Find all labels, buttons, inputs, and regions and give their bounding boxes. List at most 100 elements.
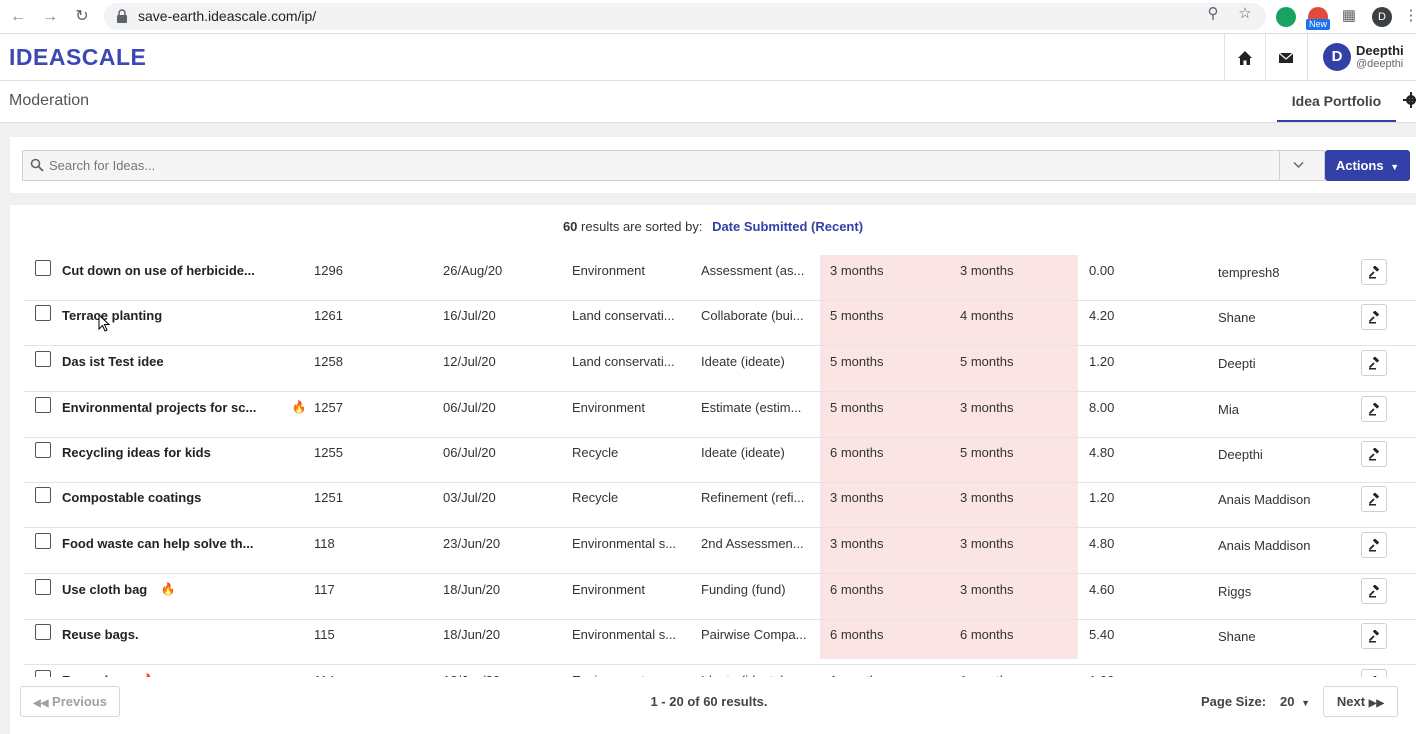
idea-campaign: Land conservati... [572, 354, 675, 369]
idea-title[interactable]: Use cloth bag [62, 582, 147, 597]
idea-campaign: Recycle [572, 490, 619, 505]
back-arrow-icon[interactable]: ← [8, 7, 28, 27]
gavel-icon [1368, 403, 1380, 416]
moderate-button[interactable] [1361, 441, 1387, 467]
reload-icon[interactable]: ↻ [72, 7, 92, 27]
chevron-down-icon [1293, 161, 1304, 169]
tab-idea-portfolio[interactable]: Idea Portfolio [1277, 81, 1396, 122]
address-bar[interactable]: save-earth.ideascale.com/ip/ [104, 3, 1266, 30]
time-in-stage: 5 months [830, 354, 884, 369]
forward-arrow-icon[interactable]: → [40, 7, 60, 27]
idea-title[interactable]: Reuse bags [62, 673, 135, 677]
time-since-update: 3 months [960, 536, 1014, 551]
puzzle-extensions-icon[interactable]: ▦ [1340, 7, 1358, 25]
row-checkbox[interactable] [35, 579, 51, 595]
idea-title[interactable]: Recycling ideas for kids [62, 445, 211, 460]
time-since-update: 6 months [960, 627, 1014, 642]
idea-stage: Funding (fund) [701, 582, 786, 597]
profile-avatar-icon[interactable]: D [1372, 7, 1392, 27]
idea-score: 4.80 [1089, 536, 1115, 551]
idea-id: 114 [314, 673, 335, 677]
table-row: Food waste can help solve th... 118 23/Jun… [24, 528, 1416, 574]
header-divider [1307, 34, 1308, 80]
ideascale-logo[interactable]: IDEASCALE [9, 44, 146, 71]
idea-date: 03/Jul/20 [443, 490, 496, 505]
sort-link[interactable]: Date Submitted (Recent) [712, 219, 863, 234]
mouse-cursor-icon [98, 314, 110, 332]
idea-title[interactable]: Das ist Test idee [62, 354, 164, 369]
table-row: Reuse bags. 115 18/Jun/20 Environmental s..… [24, 619, 1416, 665]
moderate-button[interactable] [1361, 623, 1387, 649]
actions-button[interactable]: Actions ▼ [1325, 150, 1410, 181]
moderate-button[interactable] [1361, 669, 1387, 677]
home-icon[interactable] [1236, 49, 1254, 67]
row-checkbox[interactable] [35, 670, 51, 677]
time-since-update: 1 months [960, 673, 1013, 677]
table-row: Environmental projects for sc... 🔥 1257 06/… [24, 392, 1416, 438]
fire-icon: 🔥 [140, 673, 155, 677]
search-dropdown-toggle[interactable] [1279, 151, 1316, 180]
idea-stage: Ideate (ideate) [701, 445, 785, 460]
gear-icon[interactable] [1403, 92, 1416, 108]
time-in-stage: 6 months [830, 627, 884, 642]
row-checkbox[interactable] [35, 442, 51, 458]
idea-author: Riggs [1218, 584, 1252, 599]
time-since-update: 5 months [960, 445, 1014, 460]
idea-campaign: Environment [572, 673, 645, 677]
search-input[interactable] [49, 151, 1269, 180]
moderate-button[interactable] [1361, 304, 1387, 330]
idea-stage: Ideate (ideate) [701, 354, 785, 369]
row-checkbox[interactable] [35, 351, 51, 367]
idea-title[interactable]: Food waste can help solve th... [62, 536, 253, 551]
idea-title[interactable]: Reuse bags. [62, 627, 139, 642]
row-checkbox[interactable] [35, 624, 51, 640]
caret-down-icon: ▼ [1301, 698, 1311, 708]
table-row: Recycling ideas for kids 1255 06/Jul/20 Rec… [24, 437, 1416, 483]
user-name[interactable]: Deepthi [1356, 43, 1404, 58]
fire-icon: 🔥 [160, 582, 176, 596]
moderate-button[interactable] [1361, 396, 1387, 422]
gavel-icon [1368, 266, 1380, 279]
idea-author: Shane [1218, 629, 1256, 644]
moderate-button[interactable] [1361, 532, 1387, 558]
bookmark-star-icon[interactable]: ☆ [1236, 5, 1254, 23]
time-in-stage: 3 months [830, 263, 884, 278]
row-checkbox[interactable] [35, 487, 51, 503]
page-size-value: 20 [1280, 694, 1295, 709]
fire-icon: 🔥 [291, 400, 307, 414]
moderate-button[interactable] [1361, 578, 1387, 604]
row-checkbox[interactable] [35, 397, 51, 413]
row-checkbox[interactable] [35, 305, 51, 321]
results-summary: 60 results are sorted by: Date Submitted… [10, 219, 1416, 234]
browser-toolbar: ← → ↻ save-earth.ideascale.com/ip/ ⚲ ☆ N… [0, 0, 1416, 34]
idea-title[interactable]: Terrace planting [62, 308, 162, 323]
idea-title[interactable]: Environmental projects for sc... [62, 400, 256, 415]
idea-title[interactable]: Cut down on use of herbicide... [62, 263, 255, 278]
idea-score: 0.00 [1089, 263, 1115, 278]
next-button[interactable]: Next ▶▶ [1323, 686, 1398, 717]
user-avatar[interactable]: D [1323, 43, 1351, 71]
header-divider [1224, 34, 1225, 80]
browser-menu-icon[interactable]: ⋮ [1402, 7, 1416, 25]
idea-author: Mia [1218, 402, 1239, 417]
idea-score: 1.20 [1089, 490, 1115, 505]
row-checkbox[interactable] [35, 260, 51, 276]
moderate-button[interactable] [1361, 486, 1387, 512]
moderate-button[interactable] [1361, 259, 1387, 285]
idea-title[interactable]: Compostable coatings [62, 490, 201, 505]
idea-date: 26/Aug/20 [443, 263, 503, 278]
table-row: Reuse bags 🔥 114 18/Jun/20 Environment Ideate… [24, 665, 1416, 677]
mail-icon[interactable] [1277, 49, 1295, 67]
moderate-button[interactable] [1361, 350, 1387, 376]
page-size-select[interactable]: 20 ▼ [1280, 694, 1310, 709]
next-label: Next [1336, 694, 1366, 709]
idea-campaign: Land conservati... [572, 308, 675, 323]
grammarly-extension-icon[interactable] [1276, 7, 1296, 27]
idea-author: tempresh8 [1218, 265, 1280, 280]
idea-id: 1261 [314, 308, 343, 323]
zoom-icon[interactable]: ⚲ [1204, 5, 1222, 23]
row-checkbox[interactable] [35, 533, 51, 549]
idea-campaign: Environment [572, 400, 645, 415]
idea-date: 16/Jul/20 [443, 308, 496, 323]
time-in-stage: 6 months [830, 582, 884, 597]
